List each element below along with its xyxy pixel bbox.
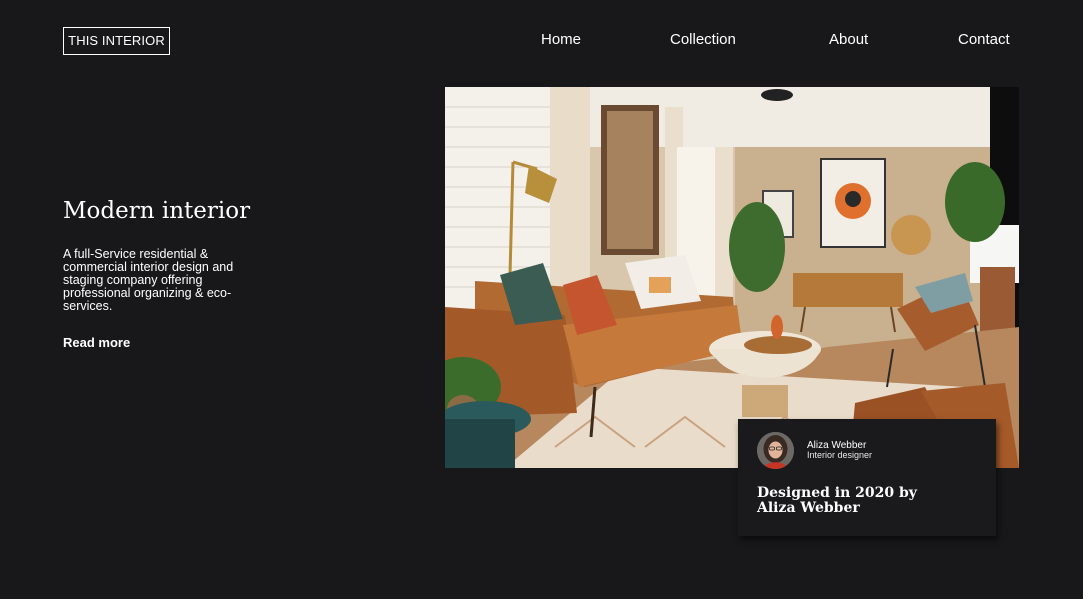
nav-about[interactable]: About <box>829 30 868 50</box>
nav-collection[interactable]: Collection <box>670 30 736 50</box>
nav-contact[interactable]: Contact <box>958 30 1010 50</box>
designer-role: Interior designer <box>807 450 873 460</box>
nav-home[interactable]: Home <box>541 30 581 50</box>
designer-card: Aliza Webber Interior designer Designed … <box>738 419 996 536</box>
brand-logo[interactable]: THIS INTERIOR <box>63 27 170 55</box>
hero-title: Modern interior <box>63 198 251 224</box>
read-more-link[interactable]: Read more <box>63 335 130 351</box>
designer-avatar <box>757 432 794 469</box>
card-caption: Designed in 2020 by Aliza Webber <box>757 485 917 516</box>
hero-description: A full-Service residential & commercial … <box>63 247 234 313</box>
interior-photo <box>445 87 1019 468</box>
